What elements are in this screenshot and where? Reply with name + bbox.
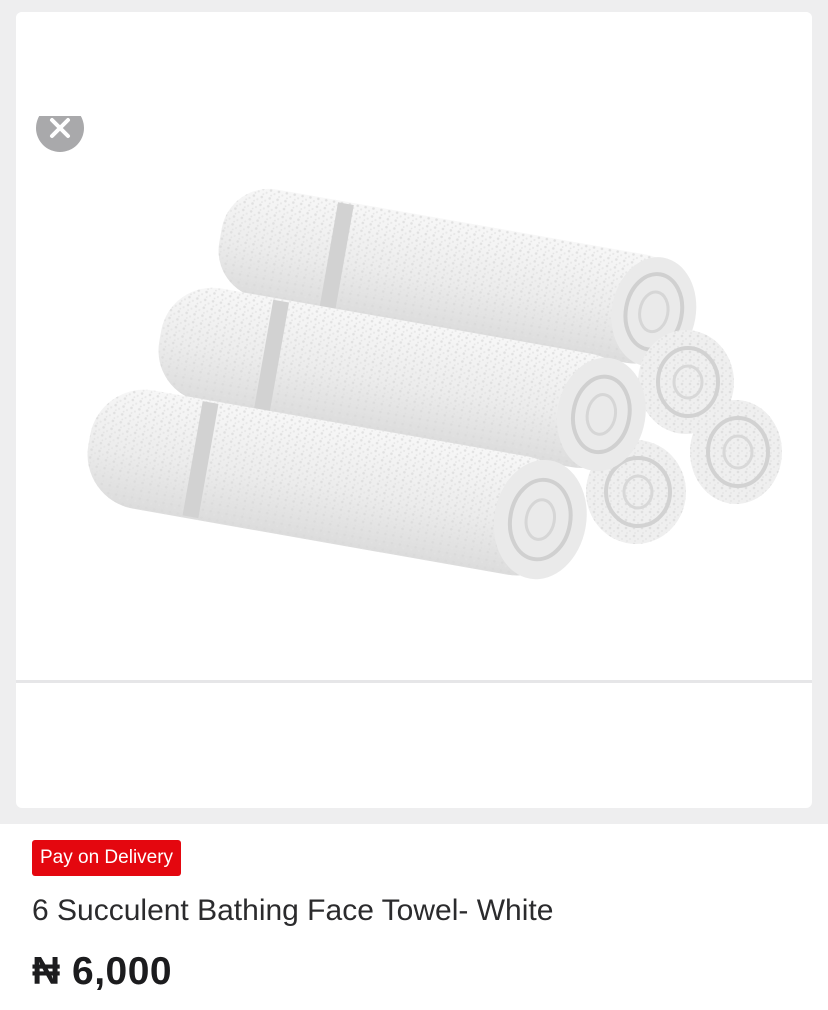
towel-stack-image [87,188,782,580]
product-image-card[interactable] [16,12,812,808]
pay-on-delivery-badge: Pay on Delivery [32,840,182,876]
product-price: ₦ 6,000 [32,950,173,993]
close-icon[interactable] [36,116,84,152]
product-page: Pay on Delivery 6 Succulent Bathing Face… [0,0,828,1010]
product-info: Pay on Delivery 6 Succulent Bathing Face… [0,824,828,1010]
image-divider [16,680,812,683]
product-image[interactable] [16,12,812,680]
product-title[interactable]: 6 Succulent Bathing Face Towel- White [32,894,553,928]
